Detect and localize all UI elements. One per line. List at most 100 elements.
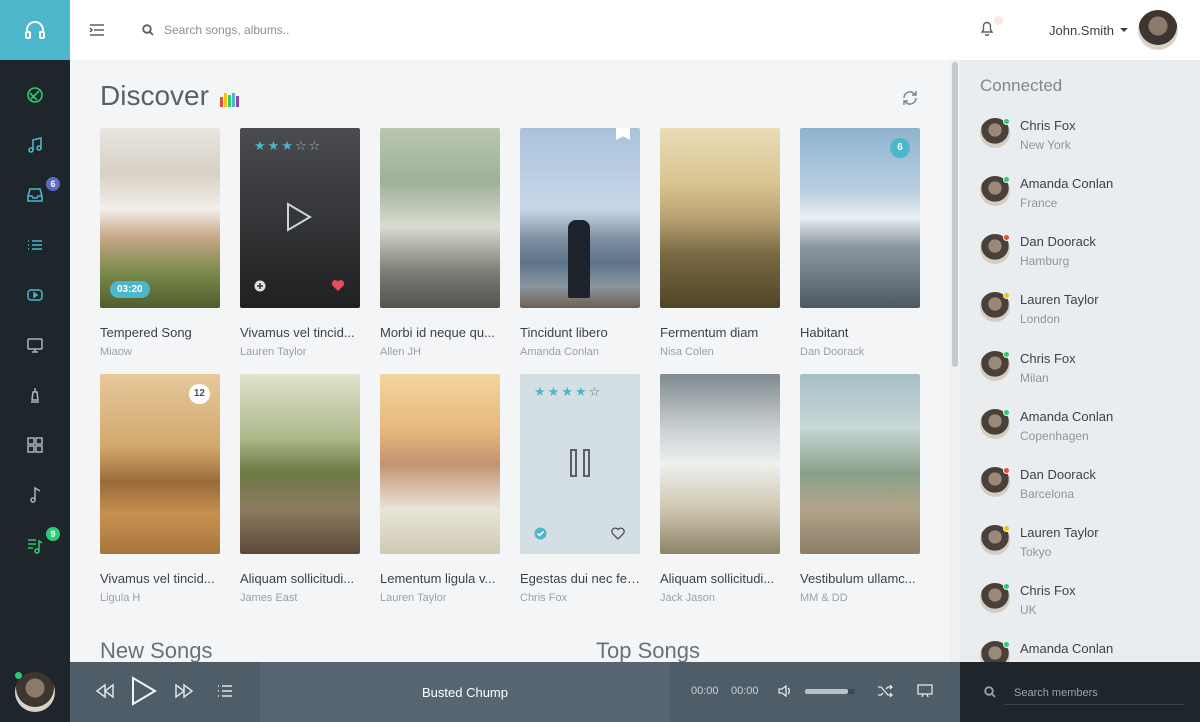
card-artist[interactable]: MM & DD xyxy=(800,592,920,604)
member-item[interactable]: Lauren Taylor Tokyo xyxy=(980,525,1190,575)
member-item[interactable]: Chris Fox New York xyxy=(980,118,1190,168)
sidebar-item-note[interactable] xyxy=(0,470,70,520)
card-title[interactable]: Lementum ligula v... xyxy=(380,571,500,586)
album-cover[interactable] xyxy=(520,128,640,308)
member-item[interactable]: Lauren Taylor London xyxy=(980,292,1190,342)
sidebar-item-music[interactable] xyxy=(0,120,70,170)
sidebar-item-playlist[interactable]: 9 xyxy=(0,520,70,570)
card-title[interactable]: Tincidunt libero xyxy=(520,325,640,340)
volume-icon[interactable] xyxy=(777,684,793,698)
card-artist[interactable]: Nisa Colen xyxy=(660,346,780,358)
card-artist[interactable]: Dan Doorack xyxy=(800,346,920,358)
card-artist[interactable]: Lauren Taylor xyxy=(240,346,360,358)
sidebar-item-grid[interactable] xyxy=(0,420,70,470)
sidebar-item-desktop[interactable] xyxy=(0,320,70,370)
play-icon[interactable] xyxy=(286,202,312,232)
album-cover[interactable]: ★ ★ ★ ★ ☆ xyxy=(520,374,640,554)
member-item[interactable]: Dan Doorack Hamburg xyxy=(980,234,1190,284)
card-artist[interactable]: Allen JH xyxy=(380,346,500,358)
search-input[interactable] xyxy=(164,23,464,37)
now-playing-title: Busted Chump xyxy=(260,662,670,722)
album-card[interactable]: Vestibulum ullamc... MM & DD xyxy=(800,374,920,604)
album-card[interactable]: 12 Vivamus vel tincid... Ligula H xyxy=(100,374,220,604)
scrollbar-thumb[interactable] xyxy=(952,62,958,367)
sidebar-item-inbox[interactable]: 6 xyxy=(0,170,70,220)
card-title[interactable]: Egestas dui nec fer... xyxy=(520,571,640,586)
member-item[interactable]: Amanda Conlan France xyxy=(980,176,1190,226)
member-search-input[interactable] xyxy=(1004,681,1184,705)
card-artist[interactable]: Amanda Conlan xyxy=(520,346,640,358)
card-artist[interactable]: Chris Fox xyxy=(520,592,640,604)
playlist-button[interactable] xyxy=(217,685,233,697)
section-title-new-songs: New Songs xyxy=(100,638,213,662)
card-artist[interactable]: James East xyxy=(240,592,360,604)
album-cover[interactable] xyxy=(660,128,780,308)
notifications-button[interactable] xyxy=(980,16,1003,40)
heart-outline-icon[interactable] xyxy=(611,527,625,540)
status-dot xyxy=(1003,351,1010,358)
member-item[interactable]: Chris Fox UK xyxy=(980,583,1190,633)
album-card[interactable]: Aliquam sollicitudi... James East xyxy=(240,374,360,604)
card-artist[interactable]: Ligula H xyxy=(100,592,220,604)
sidebar-item-discover[interactable] xyxy=(0,70,70,120)
member-item[interactable]: Chris Fox Milan xyxy=(980,351,1190,401)
album-card[interactable]: 03:20 Tempered Song Miaow xyxy=(100,128,220,358)
screen-icon[interactable] xyxy=(917,684,933,698)
member-item[interactable]: Amanda Conlan xyxy=(980,641,1190,662)
album-card[interactable]: Aliquam sollicitudi... Jack Jason xyxy=(660,374,780,604)
album-cover[interactable] xyxy=(240,374,360,554)
user-menu[interactable]: John.Smith xyxy=(1049,0,1179,60)
card-artist[interactable]: Jack Jason xyxy=(660,592,780,604)
card-title[interactable]: Vestibulum ullamc... xyxy=(800,571,920,586)
album-card[interactable]: Fermentum diam Nisa Colen xyxy=(660,128,780,358)
refresh-icon[interactable] xyxy=(900,88,920,108)
status-dot xyxy=(1003,467,1010,474)
player-user[interactable] xyxy=(0,662,70,722)
rating-stars[interactable]: ★ ★ ★ ★ ☆ xyxy=(534,384,600,400)
card-artist[interactable]: Miaow xyxy=(100,346,220,358)
album-cover[interactable] xyxy=(380,128,500,308)
card-artist[interactable]: Lauren Taylor xyxy=(380,592,500,604)
heart-icon[interactable] xyxy=(331,279,345,292)
rating-stars[interactable]: ★ ★ ★ ☆ ☆ xyxy=(254,138,320,154)
album-cover[interactable] xyxy=(800,374,920,554)
play-button[interactable] xyxy=(131,676,157,706)
member-item[interactable]: Amanda Conlan Copenhagen xyxy=(980,409,1190,459)
album-cover[interactable]: ★ ★ ★ ☆ ☆ xyxy=(240,128,360,308)
fast-forward-button[interactable] xyxy=(174,683,194,699)
member-item[interactable]: Dan Doorack Barcelona xyxy=(980,467,1190,517)
album-card[interactable]: Lementum ligula v... Lauren Taylor xyxy=(380,374,500,604)
album-card[interactable]: ★ ★ ★ ★ ☆ Egestas dui nec fer... Chris Fox xyxy=(520,374,640,604)
card-title[interactable]: Aliquam sollicitudi... xyxy=(660,571,780,586)
card-title[interactable]: Vivamus vel tincid... xyxy=(240,325,360,340)
logo[interactable] xyxy=(0,0,70,60)
album-card[interactable]: Morbi id neque qu... Allen JH xyxy=(380,128,500,358)
album-card[interactable]: Tincidunt libero Amanda Conlan xyxy=(520,128,640,358)
add-icon[interactable] xyxy=(254,280,266,292)
card-title[interactable]: Aliquam sollicitudi... xyxy=(240,571,360,586)
bell-icon xyxy=(980,21,994,37)
album-cover[interactable] xyxy=(660,374,780,554)
card-title[interactable]: Habitant xyxy=(800,325,920,340)
sidebar-item-list[interactable] xyxy=(0,220,70,270)
status-dot xyxy=(1003,641,1010,648)
check-icon[interactable] xyxy=(534,527,547,540)
card-title[interactable]: Vivamus vel tincid... xyxy=(100,571,220,586)
card-title[interactable]: Fermentum diam xyxy=(660,325,780,340)
volume-slider[interactable] xyxy=(805,689,855,694)
album-card[interactable]: 6 Habitant Dan Doorack xyxy=(800,128,920,358)
sidebar-item-trophy[interactable] xyxy=(0,370,70,420)
sidebar-item-video[interactable] xyxy=(0,270,70,320)
album-cover[interactable] xyxy=(380,374,500,554)
album-cover[interactable]: 03:20 xyxy=(100,128,220,308)
rewind-button[interactable] xyxy=(95,683,115,699)
bookmark-icon[interactable] xyxy=(616,128,630,140)
card-title[interactable]: Morbi id neque qu... xyxy=(380,325,500,340)
album-cover[interactable]: 6 xyxy=(800,128,920,308)
menu-toggle-button[interactable] xyxy=(70,0,124,60)
pause-icon[interactable] xyxy=(569,448,591,478)
shuffle-icon[interactable] xyxy=(877,685,893,697)
album-card[interactable]: ★ ★ ★ ☆ ☆ Vivamus vel tincid... Lauren Taylo… xyxy=(240,128,360,358)
card-title[interactable]: Tempered Song xyxy=(100,325,220,340)
album-cover[interactable]: 12 xyxy=(100,374,220,554)
